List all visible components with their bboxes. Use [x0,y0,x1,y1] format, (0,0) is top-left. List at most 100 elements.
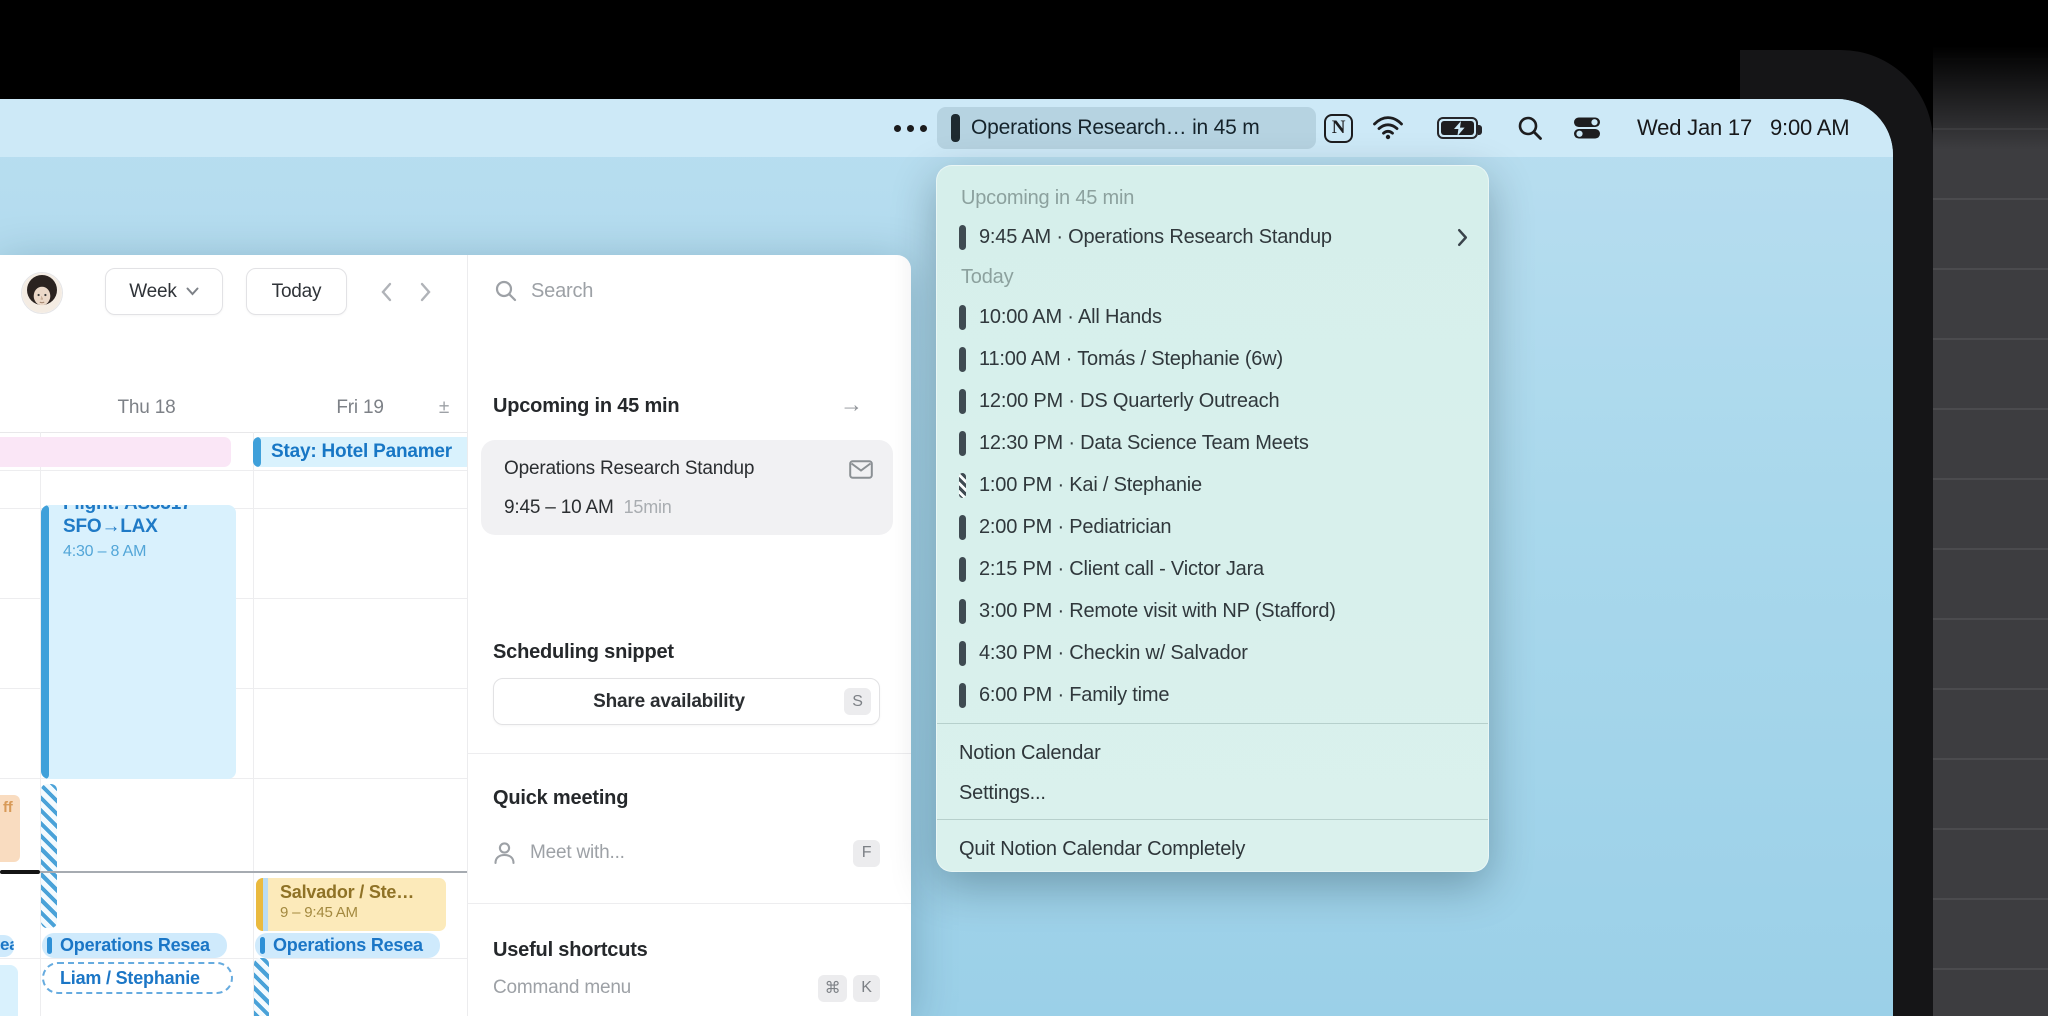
menubar-clock[interactable]: Wed Jan 17 9:00 AM [1637,99,1849,157]
dropdown-event-list: 10:00 AM · All Hands 11:00 AM · Tomás / S… [937,296,1488,716]
menubar-upcoming-label: Operations Research… in 45 m [971,116,1260,140]
event-blue-partial[interactable] [0,965,18,1016]
background-wall [1933,0,2048,1016]
event-striped-fri[interactable] [254,958,269,1016]
wifi-icon[interactable] [1372,99,1404,157]
menu-item-notion-calendar[interactable]: Notion Calendar [937,733,1488,773]
today-button[interactable]: Today [246,268,347,315]
event-bar-icon [959,431,966,456]
cmd-key: ⌘ [818,975,847,1002]
dropdown-event[interactable]: 3:00 PM · Remote visit with NP (Stafford… [937,590,1488,632]
event-flight[interactable]: Flight: AS3317 SFO→LAX 4:30 – 8 AM [41,505,236,779]
search-input[interactable]: Search [494,279,593,303]
view-selector-label: Week [129,281,176,303]
event-label: 6:00 PM · Family time [979,684,1169,707]
scheduling-header: Scheduling snippet [493,641,674,664]
dropdown-upcoming-event[interactable]: 9:45 AM · Operations Research Standup [937,216,1488,258]
event-color-bar [41,505,49,779]
upcoming-event-label: 9:45 AM · Operations Research Standup [979,226,1332,249]
menu-bar: Operations Research… in 45 m N [0,99,1893,157]
all-day-event-pink[interactable] [0,437,231,467]
timezone-toggle[interactable]: ± [432,397,456,419]
event-label: 2:15 PM · Client call - Victor Jara [979,558,1264,581]
menubar-time: 9:00 AM [1770,115,1849,141]
event-color-bar [260,937,265,954]
dropdown-event[interactable]: 11:00 AM · Tomás / Stephanie (6w) [937,338,1488,380]
meet-with-placeholder: Meet with... [530,842,839,864]
dropdown-event[interactable]: 2:00 PM · Pediatrician [937,506,1488,548]
meet-with-input[interactable]: Meet with... F [493,833,880,873]
sidebar-divider [467,255,468,1016]
event-label: 3:00 PM · Remote visit with NP (Stafford… [979,600,1336,623]
event-bar-icon [959,305,966,330]
menubar-notion-calendar-item[interactable]: Operations Research… in 45 m [937,107,1316,149]
dropdown-event[interactable]: 4:30 PM · Checkin w/ Salvador [937,632,1488,674]
event-bar-icon [959,683,966,708]
upcoming-event-card[interactable]: Operations Research Standup 9:45 – 10 AM… [481,440,893,535]
dropdown-event[interactable]: 10:00 AM · All Hands [937,296,1488,338]
prev-week-icon[interactable] [378,281,396,303]
event-bar-icon [959,599,966,624]
event-bar-icon [959,515,966,540]
view-selector-button[interactable]: Week [105,268,223,315]
notion-calendar-window: Week Today Thu 18 Fri 19 ± Stay: Hotel P… [0,255,911,1016]
screen: Operations Research… in 45 m N [0,99,1893,1016]
column-line-thu-fri [253,432,254,1016]
event-liam[interactable]: Liam / Stephanie [42,962,233,994]
event-bar-icon [959,389,966,414]
arrow-right-icon[interactable]: → [840,391,863,418]
menu-item-quit[interactable]: Quit Notion Calendar Completely [937,829,1488,869]
notion-calendar-menu-dropdown: Upcoming in 45 min 9:45 AM · Operations … [936,165,1489,872]
event-bar-icon [959,473,966,498]
event-label: 1:00 PM · Kai / Stephanie [979,474,1202,497]
day-header-thu[interactable]: Thu 18 [40,397,253,419]
chevron-right-icon [1457,228,1468,247]
dropdown-event[interactable]: 12:30 PM · Data Science Team Meets [937,422,1488,464]
avatar[interactable] [21,272,63,314]
k-key: K [853,975,880,1002]
quick-meeting-header: Quick meeting [493,787,628,810]
dropdown-today-header: Today [937,258,1488,296]
shortcuts-header: Useful shortcuts [493,939,648,962]
event-orange-partial[interactable]: ff [0,795,20,862]
card-title: Operations Research Standup [504,458,849,480]
event-bar-icon [959,641,966,666]
event-bar-icon [951,114,960,142]
event-secondary-bar [263,878,268,931]
upcoming-header: Upcoming in 45 min [493,395,679,418]
event-ops-pill-thu[interactable]: Operations Resea [42,933,227,958]
event-color-bar [253,437,261,467]
card-time: 9:45 – 10 AM15min [504,497,873,519]
today-button-label: Today [272,281,322,303]
menubar-overflow-icon[interactable] [894,99,927,157]
event-salvador[interactable]: Salvador / Ste… 9 – 9:45 AM [256,878,446,931]
email-icon[interactable] [849,460,873,479]
event-ops-pill-fri[interactable]: Operations Resea [255,933,440,958]
event-bar-icon [959,225,966,250]
next-week-icon[interactable] [416,281,434,303]
dropdown-event[interactable]: 1:00 PM · Kai / Stephanie [937,464,1488,506]
command-menu-row[interactable]: Command menu ⌘ K [493,973,880,1003]
dropdown-event[interactable]: 6:00 PM · Family time [937,674,1488,716]
event-label: 11:00 AM · Tomás / Stephanie (6w) [979,348,1283,371]
all-day-event-stay[interactable]: Stay: Hotel Panamer [253,437,467,467]
event-bar-icon [959,347,966,372]
dropdown-event[interactable]: 2:15 PM · Client call - Victor Jara [937,548,1488,590]
event-striped-thu[interactable] [41,784,57,928]
spotlight-search-icon[interactable] [1516,99,1544,157]
menu-item-settings[interactable]: Settings... [937,773,1488,813]
notion-app-icon[interactable]: N [1324,99,1353,157]
event-ops-pill-partial[interactable]: ea [0,935,14,957]
chevron-down-icon [186,287,199,296]
menubar-date: Wed Jan 17 [1637,115,1752,141]
event-label: 12:00 PM · DS Quarterly Outreach [979,390,1279,413]
dropdown-upcoming-header: Upcoming in 45 min [937,180,1488,216]
event-bar-icon [959,557,966,582]
share-shortcut-key: S [844,688,871,715]
dropdown-event[interactable]: 12:00 PM · DS Quarterly Outreach [937,380,1488,422]
battery-charging-icon[interactable] [1437,99,1478,157]
control-center-icon[interactable] [1572,99,1602,157]
search-placeholder: Search [531,280,593,303]
event-label: 12:30 PM · Data Science Team Meets [979,432,1309,455]
share-availability-button[interactable]: Share availability S [493,678,880,725]
